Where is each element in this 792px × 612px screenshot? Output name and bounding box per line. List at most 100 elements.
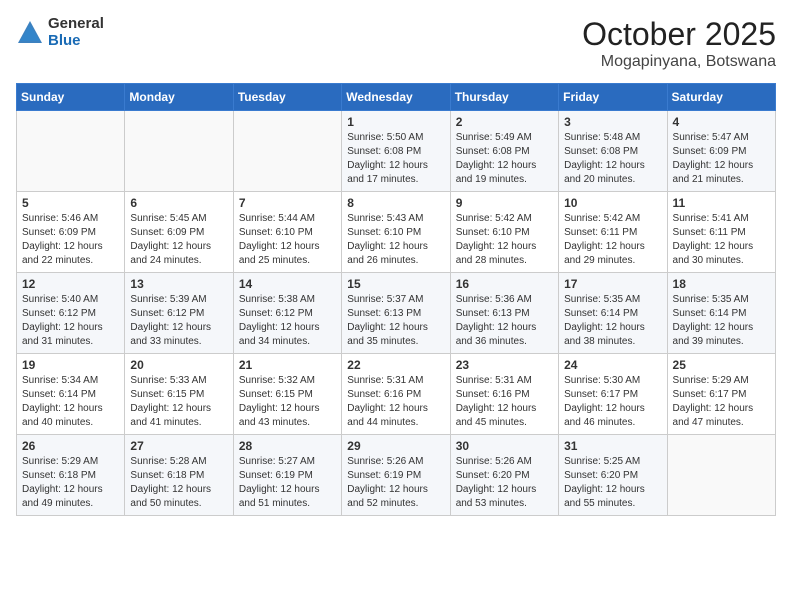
calendar-table: SundayMondayTuesdayWednesdayThursdayFrid… [16, 83, 776, 516]
day-number: 23 [456, 358, 553, 372]
day-number: 28 [239, 439, 336, 453]
day-number: 11 [673, 196, 770, 210]
calendar-cell: 7 Sunrise: 5:44 AM Sunset: 6:10 PM Daylig… [233, 192, 341, 273]
calendar-cell: 31Sunrise: 5:25 AM Sunset: 6:20 PM Dayli… [559, 435, 667, 516]
calendar-cell: 20 Sunrise: 5:33 AM Sunset: 6:15 PM Dayli… [125, 354, 233, 435]
calendar-cell: 21 Sunrise: 5:32 AM Sunset: 6:15 PM Dayli… [233, 354, 341, 435]
day-number: 12 [22, 277, 119, 291]
day-info: Sunrise: 5:45 AM Sunset: 6:09 PM Dayligh… [130, 212, 227, 268]
calendar-cell: 3 Sunrise: 5:48 AM Sunset: 6:08 PM Daylig… [559, 111, 667, 192]
calendar-week-row: 12 Sunrise: 5:40 AM Sunset: 6:12 PM Dayli… [17, 273, 776, 354]
calendar-cell: 23Sunrise: 5:31 AM Sunset: 6:16 PM Dayli… [450, 354, 558, 435]
page-header: General Blue October 2025 Mogapinyana, B… [16, 16, 776, 71]
weekday-header-wednesday: Wednesday [342, 84, 450, 111]
day-number: 20 [130, 358, 227, 372]
calendar-cell: 12 Sunrise: 5:40 AM Sunset: 6:12 PM Dayli… [17, 273, 125, 354]
day-number: 31 [564, 439, 661, 453]
calendar-cell: 28 Sunrise: 5:27 AM Sunset: 6:19 PM Dayli… [233, 435, 341, 516]
day-number: 13 [130, 277, 227, 291]
weekday-header-tuesday: Tuesday [233, 84, 341, 111]
day-info: Sunrise: 5:41 AM Sunset: 6:11 PM Dayligh… [673, 212, 770, 268]
calendar-cell: 4Sunrise: 5:47 AM Sunset: 6:09 PM Daylig… [667, 111, 775, 192]
calendar-week-row: 19Sunrise: 5:34 AM Sunset: 6:14 PM Dayli… [17, 354, 776, 435]
day-number: 6 [130, 196, 227, 210]
title-block: October 2025 Mogapinyana, Botswana [582, 16, 776, 71]
calendar-cell [17, 111, 125, 192]
day-number: 10 [564, 196, 661, 210]
calendar-cell: 29 Sunrise: 5:26 AM Sunset: 6:19 PM Dayli… [342, 435, 450, 516]
day-number: 19 [22, 358, 119, 372]
calendar-cell: 30Sunrise: 5:26 AM Sunset: 6:20 PM Dayli… [450, 435, 558, 516]
calendar-cell: 16 Sunrise: 5:36 AM Sunset: 6:13 PM Dayli… [450, 273, 558, 354]
day-number: 8 [347, 196, 444, 210]
calendar-cell: 8 Sunrise: 5:43 AM Sunset: 6:10 PM Daylig… [342, 192, 450, 273]
day-info: Sunrise: 5:36 AM Sunset: 6:13 PM Dayligh… [456, 293, 553, 349]
calendar-week-row: 1 Sunrise: 5:50 AM Sunset: 6:08 PM Daylig… [17, 111, 776, 192]
day-number: 15 [347, 277, 444, 291]
day-number: 24 [564, 358, 661, 372]
day-info: Sunrise: 5:35 AM Sunset: 6:14 PM Dayligh… [564, 293, 661, 349]
day-number: 1 [347, 115, 444, 129]
day-info: Sunrise: 5:44 AM Sunset: 6:10 PM Dayligh… [239, 212, 336, 268]
day-info: Sunrise: 5:46 AM Sunset: 6:09 PM Dayligh… [22, 212, 119, 268]
calendar-cell: 10 Sunrise: 5:42 AM Sunset: 6:11 PM Dayli… [559, 192, 667, 273]
day-number: 26 [22, 439, 119, 453]
calendar-week-row: 5Sunrise: 5:46 AM Sunset: 6:09 PM Daylig… [17, 192, 776, 273]
day-info: Sunrise: 5:29 AM Sunset: 6:18 PM Dayligh… [22, 455, 119, 511]
location-label: Mogapinyana, Botswana [582, 53, 776, 71]
day-info: Sunrise: 5:26 AM Sunset: 6:19 PM Dayligh… [347, 455, 444, 511]
calendar-cell: 24 Sunrise: 5:30 AM Sunset: 6:17 PM Dayli… [559, 354, 667, 435]
calendar-cell: 27Sunrise: 5:28 AM Sunset: 6:18 PM Dayli… [125, 435, 233, 516]
day-info: Sunrise: 5:42 AM Sunset: 6:10 PM Dayligh… [456, 212, 553, 268]
day-number: 29 [347, 439, 444, 453]
calendar-cell: 9 Sunrise: 5:42 AM Sunset: 6:10 PM Daylig… [450, 192, 558, 273]
day-info: Sunrise: 5:47 AM Sunset: 6:09 PM Dayligh… [673, 131, 770, 187]
day-info: Sunrise: 5:27 AM Sunset: 6:19 PM Dayligh… [239, 455, 336, 511]
day-info: Sunrise: 5:50 AM Sunset: 6:08 PM Dayligh… [347, 131, 444, 187]
calendar-cell [233, 111, 341, 192]
day-number: 14 [239, 277, 336, 291]
logo: General Blue [16, 16, 104, 49]
calendar-cell: 22 Sunrise: 5:31 AM Sunset: 6:16 PM Dayli… [342, 354, 450, 435]
day-info: Sunrise: 5:32 AM Sunset: 6:15 PM Dayligh… [239, 374, 336, 430]
day-number: 17 [564, 277, 661, 291]
calendar-week-row: 26 Sunrise: 5:29 AM Sunset: 6:18 PM Dayli… [17, 435, 776, 516]
day-info: Sunrise: 5:48 AM Sunset: 6:08 PM Dayligh… [564, 131, 661, 187]
logo-blue-label: Blue [48, 33, 104, 50]
day-info: Sunrise: 5:42 AM Sunset: 6:11 PM Dayligh… [564, 212, 661, 268]
day-number: 9 [456, 196, 553, 210]
calendar-cell: 11 Sunrise: 5:41 AM Sunset: 6:11 PM Dayli… [667, 192, 775, 273]
day-info: Sunrise: 5:38 AM Sunset: 6:12 PM Dayligh… [239, 293, 336, 349]
calendar-cell: 5Sunrise: 5:46 AM Sunset: 6:09 PM Daylig… [17, 192, 125, 273]
day-number: 3 [564, 115, 661, 129]
weekday-header-row: SundayMondayTuesdayWednesdayThursdayFrid… [17, 84, 776, 111]
day-number: 16 [456, 277, 553, 291]
calendar-cell: 15Sunrise: 5:37 AM Sunset: 6:13 PM Dayli… [342, 273, 450, 354]
calendar-cell [667, 435, 775, 516]
day-info: Sunrise: 5:40 AM Sunset: 6:12 PM Dayligh… [22, 293, 119, 349]
logo-text: General Blue [48, 16, 104, 49]
day-number: 2 [456, 115, 553, 129]
day-info: Sunrise: 5:33 AM Sunset: 6:15 PM Dayligh… [130, 374, 227, 430]
calendar-cell: 26 Sunrise: 5:29 AM Sunset: 6:18 PM Dayli… [17, 435, 125, 516]
weekday-header-saturday: Saturday [667, 84, 775, 111]
day-info: Sunrise: 5:49 AM Sunset: 6:08 PM Dayligh… [456, 131, 553, 187]
day-info: Sunrise: 5:29 AM Sunset: 6:17 PM Dayligh… [673, 374, 770, 430]
calendar-cell: 14 Sunrise: 5:38 AM Sunset: 6:12 PM Dayli… [233, 273, 341, 354]
calendar-cell: 18 Sunrise: 5:35 AM Sunset: 6:14 PM Dayli… [667, 273, 775, 354]
weekday-header-monday: Monday [125, 84, 233, 111]
day-number: 22 [347, 358, 444, 372]
day-info: Sunrise: 5:43 AM Sunset: 6:10 PM Dayligh… [347, 212, 444, 268]
day-info: Sunrise: 5:30 AM Sunset: 6:17 PM Dayligh… [564, 374, 661, 430]
day-number: 18 [673, 277, 770, 291]
weekday-header-sunday: Sunday [17, 84, 125, 111]
day-info: Sunrise: 5:31 AM Sunset: 6:16 PM Dayligh… [347, 374, 444, 430]
day-info: Sunrise: 5:39 AM Sunset: 6:12 PM Dayligh… [130, 293, 227, 349]
weekday-header-friday: Friday [559, 84, 667, 111]
day-number: 21 [239, 358, 336, 372]
calendar-cell: 25Sunrise: 5:29 AM Sunset: 6:17 PM Dayli… [667, 354, 775, 435]
day-info: Sunrise: 5:28 AM Sunset: 6:18 PM Dayligh… [130, 455, 227, 511]
day-number: 7 [239, 196, 336, 210]
calendar-cell: 1 Sunrise: 5:50 AM Sunset: 6:08 PM Daylig… [342, 111, 450, 192]
day-info: Sunrise: 5:35 AM Sunset: 6:14 PM Dayligh… [673, 293, 770, 349]
